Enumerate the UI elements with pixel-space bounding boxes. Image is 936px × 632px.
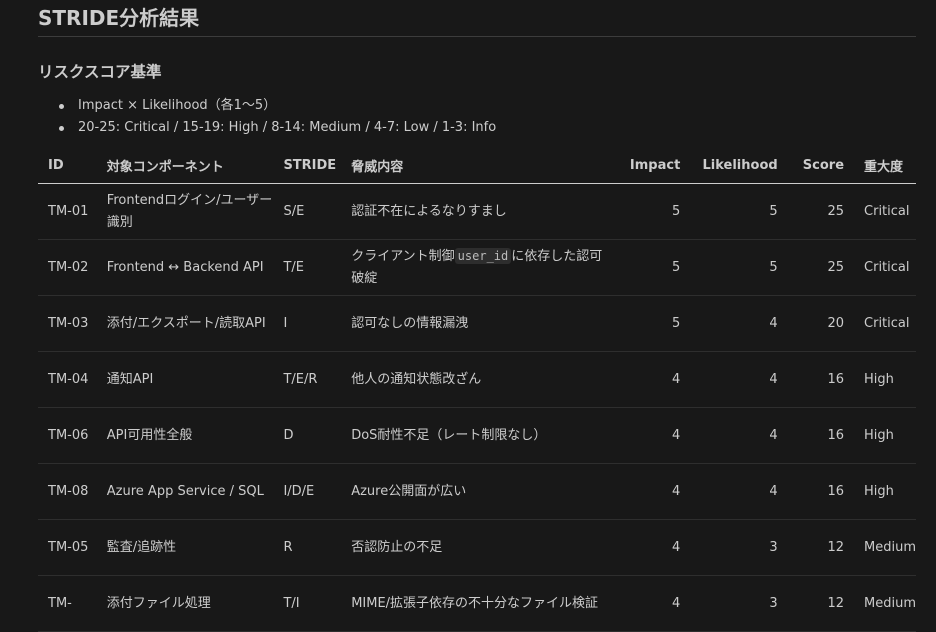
table-row: TM-02 Frontend ↔ Backend API T/E クライアント制…: [38, 239, 916, 296]
header-component: 対象コンポーネント: [96, 147, 274, 184]
cell-threat: 認可なしの情報漏洩: [341, 295, 612, 352]
threat-text: クライアント制御: [351, 249, 455, 264]
cell-severity: High: [854, 463, 916, 520]
threat-text: 否認防止の不足: [351, 539, 443, 555]
cell-likelihood: 4: [690, 351, 788, 408]
cell-score: 25: [787, 239, 855, 296]
cell-impact: 5: [611, 239, 691, 296]
cell-score: 20: [787, 295, 855, 352]
cell-score: 25: [787, 183, 855, 240]
cell-stride: I: [273, 295, 342, 352]
cell-id: TM-04: [38, 351, 97, 408]
table-row: TM-08 Azure App Service / SQL I/D/E Azur…: [38, 463, 916, 520]
cell-impact: 4: [611, 519, 691, 576]
header-severity: 重大度: [854, 147, 916, 184]
cell-id: TM-01: [38, 183, 97, 240]
cell-impact: 4: [611, 575, 691, 632]
page-title: STRIDE分析結果: [38, 0, 916, 37]
inline-code: user_id: [454, 248, 512, 264]
table-row: TM-01 Frontendログイン/ユーザー識別 S/E 認証不在によるなりす…: [38, 183, 916, 240]
table-row: TM- 添付ファイル処理 T/I MIME/拡張子依存の不十分なファイル検証 4…: [38, 575, 916, 632]
cell-severity: Critical: [854, 183, 916, 240]
cell-severity: Medium: [854, 519, 916, 576]
cell-threat: DoS耐性不足（レート制限なし）: [341, 407, 612, 464]
list-item: Impact × Likelihood（各1〜5）: [59, 95, 916, 117]
cell-impact: 4: [611, 463, 691, 520]
table-row: TM-06 API可用性全般 D DoS耐性不足（レート制限なし） 4 4 16…: [38, 407, 916, 464]
cell-id: TM-03: [38, 295, 97, 352]
cell-stride: T/E/R: [273, 351, 342, 408]
cell-severity: Critical: [854, 295, 916, 352]
cell-stride: D: [273, 407, 342, 464]
cell-score: 16: [787, 351, 855, 408]
cell-likelihood: 4: [690, 407, 788, 464]
header-stride: STRIDE: [273, 147, 342, 184]
header-id: ID: [38, 147, 97, 184]
cell-stride: T/I: [273, 575, 342, 632]
cell-stride: I/D/E: [273, 463, 342, 520]
cell-id: TM-05: [38, 519, 97, 576]
cell-component: 添付ファイル処理: [96, 575, 274, 632]
cell-likelihood: 5: [690, 183, 788, 240]
section-heading: リスクスコア基準: [38, 63, 162, 81]
cell-score: 16: [787, 407, 855, 464]
cell-impact: 5: [611, 295, 691, 352]
cell-id: TM-: [38, 575, 97, 632]
cell-stride: R: [273, 519, 342, 576]
cell-threat: クライアント制御 user_id に依存した認可破綻: [341, 239, 612, 296]
header-score: Score: [787, 147, 855, 184]
cell-likelihood: 4: [690, 295, 788, 352]
cell-impact: 4: [611, 351, 691, 408]
cell-component: Frontend ↔ Backend API: [96, 239, 274, 296]
cell-component: 添付/エクスポート/読取API: [96, 295, 274, 352]
table-row: TM-05 監査/追跡性 R 否認防止の不足 4 3 12 Medium: [38, 519, 916, 576]
table-header-row: ID 対象コンポーネント STRIDE 脅威内容 Impact Likeliho…: [38, 147, 916, 184]
cell-impact: 4: [611, 407, 691, 464]
cell-severity: High: [854, 407, 916, 464]
threat-text: 認可なしの情報漏洩: [351, 315, 469, 331]
cell-score: 16: [787, 463, 855, 520]
cell-threat: Azure公開面が広い: [341, 463, 612, 520]
cell-threat: 認証不在によるなりすまし: [341, 183, 612, 240]
threat-text: DoS耐性不足（レート制限なし）: [351, 427, 547, 443]
cell-id: TM-06: [38, 407, 97, 464]
cell-component: API可用性全般: [96, 407, 274, 464]
markdown-preview: STRIDE分析結果 リスクスコア基準 Impact × Likelihood（…: [0, 0, 936, 632]
cell-component: 通知API: [96, 351, 274, 408]
cell-likelihood: 5: [690, 239, 788, 296]
cell-score: 12: [787, 519, 855, 576]
cell-stride: T/E: [273, 239, 342, 296]
threat-text: MIME/拡張子依存の不十分なファイル検証: [351, 595, 599, 611]
cell-component: 監査/追跡性: [96, 519, 274, 576]
cell-stride: S/E: [273, 183, 342, 240]
list-item: 20-25: Critical / 15-19: High / 8-14: Me…: [59, 117, 916, 139]
cell-likelihood: 4: [690, 463, 788, 520]
cell-score: 12: [787, 575, 855, 632]
cell-severity: Critical: [854, 239, 916, 296]
cell-threat: 他人の通知状態改ざん: [341, 351, 612, 408]
header-likelihood: Likelihood: [690, 147, 788, 184]
threat-text: Azure公開面が広い: [351, 483, 467, 499]
table-row: TM-03 添付/エクスポート/読取API I 認可なしの情報漏洩 5 4 20…: [38, 295, 916, 352]
cell-likelihood: 3: [690, 575, 788, 632]
cell-severity: Medium: [854, 575, 916, 632]
header-threat: 脅威内容: [341, 147, 612, 184]
cell-severity: High: [854, 351, 916, 408]
criteria-list: Impact × Likelihood（各1〜5） 20-25: Critica…: [38, 95, 916, 139]
cell-component: Azure App Service / SQL: [96, 463, 274, 520]
cell-id: TM-08: [38, 463, 97, 520]
cell-likelihood: 3: [690, 519, 788, 576]
threat-text: 認証不在によるなりすまし: [351, 203, 507, 219]
stride-table: ID 対象コンポーネント STRIDE 脅威内容 Impact Likeliho…: [38, 147, 916, 632]
threat-text: 他人の通知状態改ざん: [351, 371, 482, 387]
cell-threat: 否認防止の不足: [341, 519, 612, 576]
cell-impact: 5: [611, 183, 691, 240]
cell-id: TM-02: [38, 239, 97, 296]
cell-component: Frontendログイン/ユーザー識別: [96, 183, 274, 240]
table-row: TM-04 通知API T/E/R 他人の通知状態改ざん 4 4 16 High: [38, 351, 916, 408]
header-impact: Impact: [611, 147, 691, 184]
cell-threat: MIME/拡張子依存の不十分なファイル検証: [341, 575, 612, 632]
